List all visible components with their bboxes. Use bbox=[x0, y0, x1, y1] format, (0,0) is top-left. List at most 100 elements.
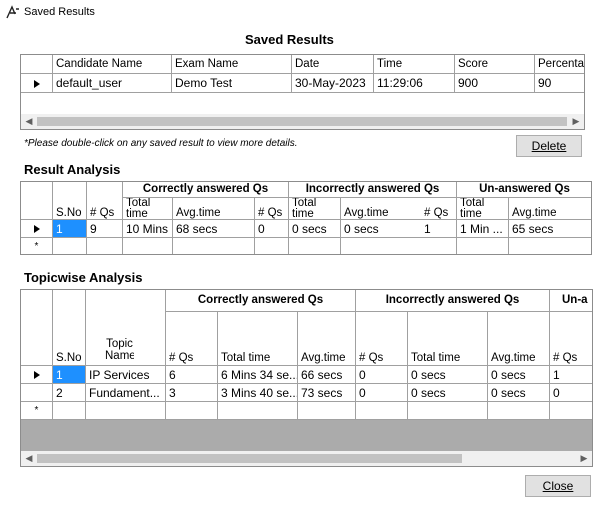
table-cell[interactable]: Fundament... bbox=[86, 384, 166, 402]
column-header[interactable]: Avg.time bbox=[173, 198, 255, 220]
new-row-cell[interactable] bbox=[457, 238, 509, 254]
table-cell[interactable]: 30-May-2023 bbox=[292, 74, 374, 93]
new-row-cell[interactable] bbox=[289, 238, 341, 254]
column-header[interactable]: # Qs bbox=[255, 198, 289, 220]
table-cell[interactable]: 0 secs bbox=[341, 220, 423, 238]
table-cell[interactable]: IP Services bbox=[86, 366, 166, 384]
column-header[interactable]: # Qs bbox=[166, 312, 218, 366]
table-cell[interactable]: 9 bbox=[87, 220, 123, 238]
topicwise-analysis-grid[interactable]: Correctly answered Qs Incorrectly answere… bbox=[20, 289, 593, 467]
new-row-cell[interactable] bbox=[255, 238, 289, 254]
table-cell[interactable]: 0 secs bbox=[488, 384, 550, 402]
column-header[interactable]: # Qs bbox=[87, 182, 123, 220]
column-header[interactable]: # Qs bbox=[550, 312, 592, 366]
table-cell[interactable]: 0 secs bbox=[408, 384, 488, 402]
chevron-right-icon[interactable]: ▶ bbox=[576, 453, 592, 464]
table-cell[interactable]: 1 bbox=[421, 220, 457, 238]
column-header[interactable]: Score bbox=[455, 55, 535, 74]
column-header[interactable]: S.No bbox=[53, 290, 86, 366]
table-cell[interactable]: 2 bbox=[53, 384, 86, 402]
table-cell[interactable]: 0 secs bbox=[289, 220, 341, 238]
table-cell[interactable]: 10 Mins ... bbox=[123, 220, 173, 238]
saved-results-hscrollbar[interactable]: ◀ ▶ bbox=[21, 114, 584, 129]
table-cell[interactable]: Demo Test bbox=[172, 74, 292, 93]
new-row-cell[interactable] bbox=[298, 402, 356, 420]
group-header-unanswered: Un-answered Qs bbox=[457, 182, 591, 198]
row-pointer-icon bbox=[33, 225, 40, 233]
new-row-cell[interactable] bbox=[53, 402, 86, 420]
column-header[interactable]: Total time bbox=[408, 312, 488, 366]
new-row-cell[interactable] bbox=[86, 402, 166, 420]
new-row-cell[interactable] bbox=[509, 238, 591, 254]
table-cell[interactable]: 1 bbox=[550, 366, 592, 384]
instruction-note: *Please double-click on any saved result… bbox=[24, 138, 298, 149]
column-header[interactable]: # Qs bbox=[421, 198, 457, 220]
selected-cell[interactable]: 1 bbox=[53, 366, 86, 384]
table-cell[interactable]: default_user bbox=[53, 74, 172, 93]
delete-button-label: Delete bbox=[531, 139, 567, 153]
scroll-thumb[interactable] bbox=[37, 117, 567, 126]
selected-cell[interactable]: 1 bbox=[53, 220, 87, 238]
column-header[interactable]: Time bbox=[374, 55, 455, 74]
table-cell[interactable]: 6 bbox=[166, 366, 218, 384]
title-bar: Saved Results bbox=[0, 0, 609, 26]
column-header[interactable]: Percenta bbox=[535, 55, 584, 74]
new-row-cell[interactable] bbox=[550, 402, 592, 420]
column-header[interactable]: Avg.time bbox=[488, 312, 550, 366]
chevron-left-icon[interactable]: ◀ bbox=[21, 116, 37, 127]
table-cell[interactable]: 6 Mins 34 se... bbox=[218, 366, 298, 384]
new-row-cell[interactable] bbox=[123, 238, 173, 254]
column-header[interactable]: Total time bbox=[123, 198, 173, 220]
new-row-cell[interactable] bbox=[53, 238, 87, 254]
group-header-correct: Correctly answered Qs bbox=[166, 290, 356, 312]
column-header[interactable]: Date bbox=[292, 55, 374, 74]
scroll-thumb[interactable] bbox=[37, 454, 462, 463]
table-cell[interactable]: 90 bbox=[535, 74, 584, 93]
table-cell[interactable]: 73 secs bbox=[298, 384, 356, 402]
table-cell[interactable]: 900 bbox=[455, 74, 535, 93]
new-row-cell[interactable] bbox=[488, 402, 550, 420]
chevron-right-icon[interactable]: ▶ bbox=[568, 116, 584, 127]
table-cell[interactable]: 0 secs bbox=[488, 366, 550, 384]
column-header[interactable]: Avg.time bbox=[341, 198, 423, 220]
table-cell[interactable]: 0 bbox=[255, 220, 289, 238]
new-row-cell[interactable] bbox=[356, 402, 408, 420]
new-row-cell[interactable] bbox=[408, 402, 488, 420]
new-row-cell[interactable] bbox=[87, 238, 123, 254]
table-cell[interactable]: 65 secs bbox=[509, 220, 591, 238]
chevron-left-icon[interactable]: ◀ bbox=[21, 453, 37, 464]
table-cell[interactable]: 66 secs bbox=[298, 366, 356, 384]
column-header[interactable]: Total time bbox=[457, 198, 509, 220]
column-header[interactable]: Total time bbox=[289, 198, 341, 220]
new-row-cell[interactable] bbox=[421, 238, 457, 254]
close-button[interactable]: Close bbox=[525, 475, 591, 497]
column-header[interactable]: S.No bbox=[53, 182, 87, 220]
table-cell[interactable]: 1 Min ... bbox=[457, 220, 509, 238]
column-header[interactable]: Avg.time bbox=[509, 198, 591, 220]
close-button-label: Close bbox=[542, 479, 574, 493]
table-cell[interactable]: 0 bbox=[550, 384, 592, 402]
row-header bbox=[21, 384, 53, 402]
result-analysis-grid[interactable]: Correctly answered Qs Incorrectly answere… bbox=[20, 181, 592, 255]
row-header-corner bbox=[21, 290, 53, 366]
table-cell[interactable]: 68 secs bbox=[173, 220, 255, 238]
column-header[interactable]: Avg.time bbox=[298, 312, 356, 366]
column-header[interactable]: Exam Name bbox=[172, 55, 292, 74]
table-cell[interactable]: 0 secs bbox=[408, 366, 488, 384]
table-cell[interactable]: 11:29:06 bbox=[374, 74, 455, 93]
column-header[interactable]: Candidate Name bbox=[53, 55, 172, 74]
table-cell[interactable]: 0 bbox=[356, 366, 408, 384]
new-row-cell[interactable] bbox=[173, 238, 255, 254]
table-cell[interactable]: 3 Mins 40 se... bbox=[218, 384, 298, 402]
new-row-cell[interactable] bbox=[341, 238, 423, 254]
column-header[interactable]: Total time bbox=[218, 312, 298, 366]
topicwise-hscrollbar[interactable]: ◀ ▶ bbox=[21, 451, 592, 466]
column-header[interactable]: Topic Name bbox=[102, 290, 134, 366]
table-cell[interactable]: 0 bbox=[356, 384, 408, 402]
new-row-cell[interactable] bbox=[166, 402, 218, 420]
column-header[interactable]: # Qs bbox=[356, 312, 408, 366]
table-cell[interactable]: 3 bbox=[166, 384, 218, 402]
delete-button[interactable]: Delete bbox=[516, 135, 582, 157]
new-row-cell[interactable] bbox=[218, 402, 298, 420]
saved-results-grid[interactable]: Candidate Name Exam Name Date Time Score Perc… bbox=[20, 54, 585, 130]
